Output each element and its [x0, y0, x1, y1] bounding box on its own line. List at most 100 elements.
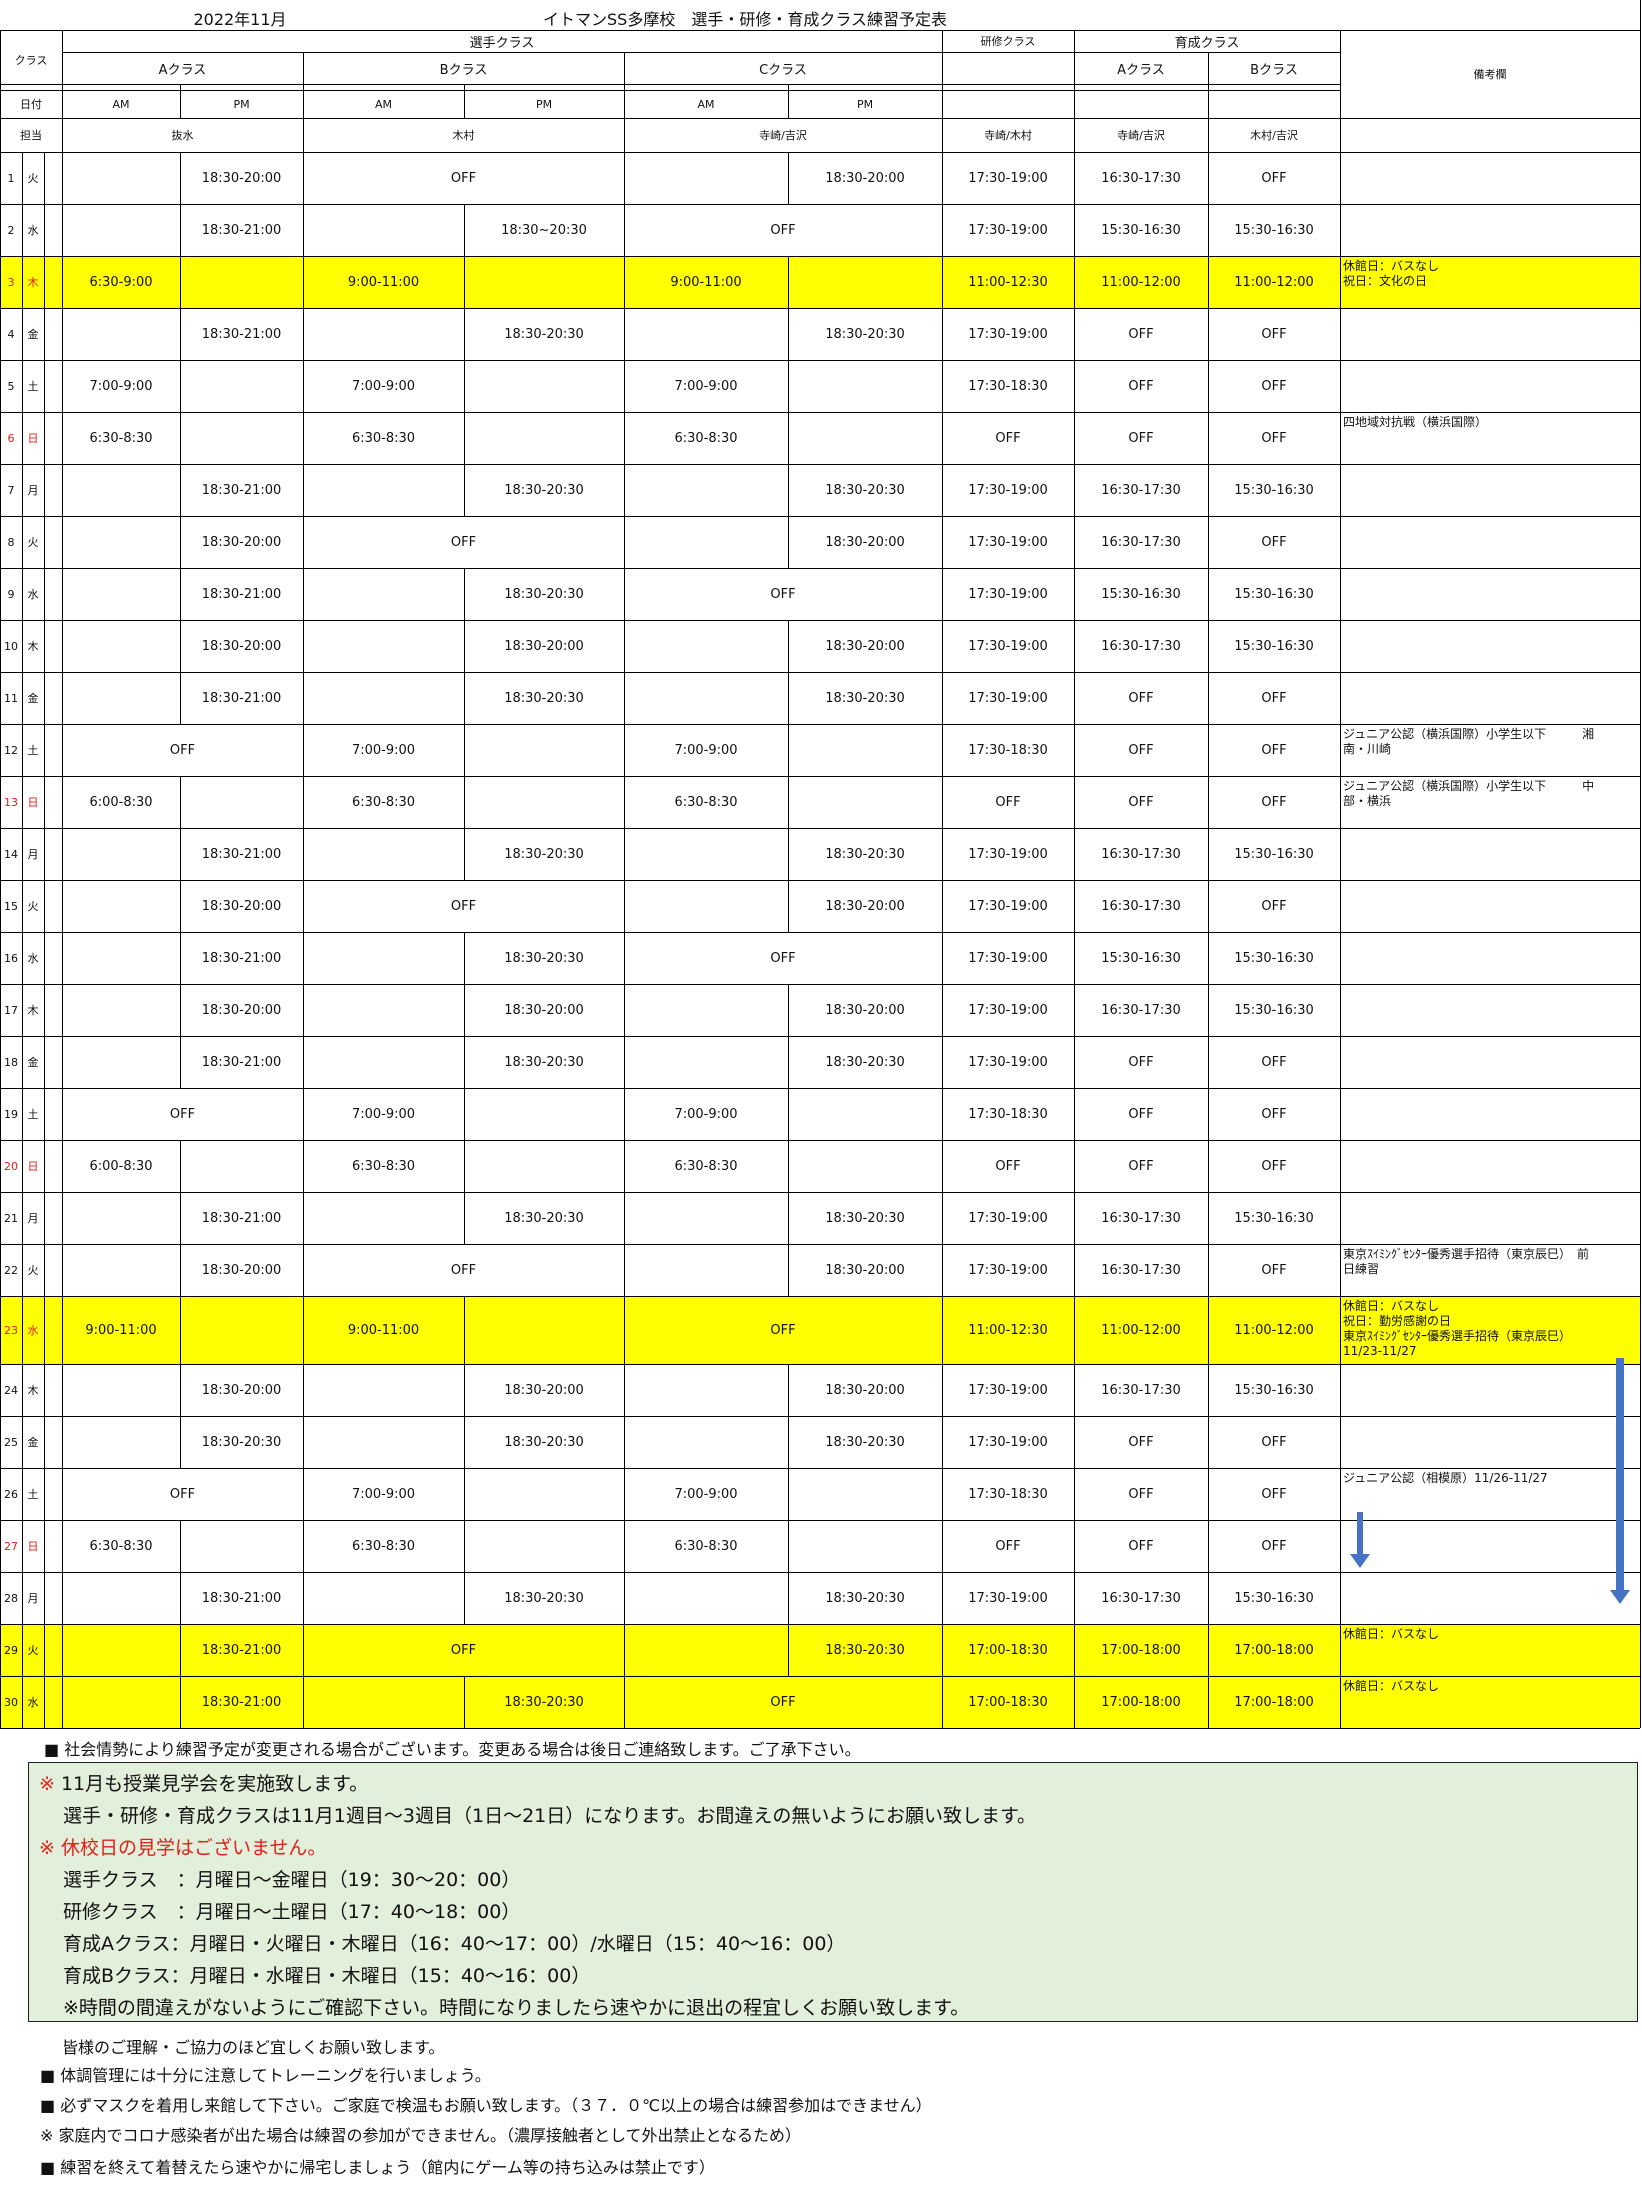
weekday: 月 — [27, 848, 39, 861]
grid-line — [0, 932, 1640, 933]
ikusei-b-time: 15:30-16:30 — [1234, 638, 1314, 654]
ikusei-a-time: 16:30-17:30 — [1101, 898, 1181, 914]
remarks-cell — [1340, 1140, 1640, 1192]
grid-line — [788, 1520, 789, 1572]
footer-text: 体調管理には十分に注意してトレーニングを行いましょう。 — [55, 2066, 491, 2085]
kenshu-time: 17:30-19:00 — [968, 846, 1048, 862]
grid-line — [0, 1244, 1640, 1245]
class-c-am-time — [624, 308, 788, 360]
class-a-am-time — [62, 568, 180, 620]
remarks-cell: ジュニア公認（相模原）11/26-11/27 — [1343, 1471, 1548, 1485]
class-b-pm-time: 18:30-20:30 — [504, 1434, 584, 1450]
grid-line — [180, 1416, 181, 1468]
grid-line — [0, 776, 1640, 777]
class-b-am-time: 7:00-9:00 — [351, 378, 416, 394]
weekday: 月 — [27, 1212, 39, 1225]
ikusei-a-time: 16:30-17:30 — [1101, 1262, 1181, 1278]
kenshu-class-header: 研修クラス — [980, 35, 1036, 48]
class-c-pm-time — [788, 1088, 942, 1140]
weekday: 金 — [27, 328, 39, 341]
ikusei-b-time: OFF — [1261, 1262, 1287, 1278]
ikusei-a-time: 17:00-18:00 — [1101, 1694, 1181, 1710]
class-a-pm-time: 18:30-21:00 — [201, 1054, 282, 1070]
class-a-am-time — [62, 204, 180, 256]
grid-line — [0, 1036, 1640, 1037]
footer-line: ■ 体調管理には十分に注意してトレーニングを行いましょう。 — [40, 2062, 491, 2086]
class-c-pm-time — [788, 360, 942, 412]
remarks-cell — [1340, 880, 1640, 932]
day-number: 5 — [7, 379, 15, 393]
day-number: 12 — [4, 743, 18, 757]
ikusei-a-time: 15:30-16:30 — [1101, 222, 1181, 238]
class-b-pm-time: 18:30-20:30 — [504, 1694, 584, 1710]
grid-line — [788, 1468, 789, 1520]
class-b-pm-time — [464, 1520, 624, 1572]
class-a-pm-time: 18:30-20:30 — [201, 1434, 282, 1450]
class-c-am-time — [624, 1624, 788, 1676]
ikusei-b-time: 15:30-16:30 — [1234, 586, 1314, 602]
class-b-am-time — [303, 932, 464, 984]
staff-header-label: 担当 — [20, 129, 42, 142]
b-class-header: Bクラス — [439, 62, 488, 78]
class-a-pm-time: 18:30-21:00 — [201, 586, 282, 602]
grid-line — [180, 360, 181, 412]
kenshu-time: 17:00-18:30 — [968, 1694, 1048, 1710]
grid-line — [788, 1416, 789, 1468]
kenshu-time: OFF — [995, 794, 1021, 810]
day-number: 3 — [7, 275, 15, 289]
class-b-pm-time — [464, 776, 624, 828]
notes-line-5: 研修クラス ：月曜日～土曜日（17：40～18：00） — [63, 1901, 521, 1923]
weekday: 水 — [27, 588, 39, 601]
weekday: 土 — [27, 744, 39, 757]
day-number: 20 — [4, 1159, 18, 1173]
class-c-pm-time: 18:30-20:30 — [825, 482, 905, 498]
grid-line — [0, 1624, 1640, 1625]
class-c-time: OFF — [770, 1322, 796, 1338]
staff-ikusei-b: 木村/吉沢 — [1250, 129, 1298, 142]
day-number: 22 — [4, 1263, 18, 1277]
ikusei-b-time: OFF — [1261, 1434, 1287, 1450]
grid-line — [464, 308, 465, 360]
ikusei-b-time: OFF — [1261, 1106, 1287, 1122]
class-c-pm-time — [788, 1520, 942, 1572]
grid-line — [180, 1364, 181, 1416]
grid-line — [464, 1296, 465, 1364]
grid-line — [464, 1140, 465, 1192]
footer-text: 家庭内でコロナ感染者が出た場合は練習の参加ができません。（濃厚接触者として外出禁… — [53, 2126, 802, 2145]
ikusei-a-time: 16:30-17:30 — [1101, 846, 1181, 862]
class-c-pm-time: 18:30-20:00 — [825, 898, 905, 914]
class-b-pm-time — [464, 360, 624, 412]
day-number: 9 — [7, 587, 15, 601]
class-header-label: クラス — [14, 54, 48, 67]
class-a-pm-time: 18:30-21:00 — [201, 1642, 282, 1658]
weekday: 木 — [27, 1384, 39, 1397]
remarks-cell: 四地域対抗戦（横浜国際） — [1343, 415, 1488, 429]
grid-line — [788, 776, 789, 828]
c-class-header: Cクラス — [759, 62, 807, 78]
grid-line — [0, 256, 1640, 257]
remarks-cell: 休館日：バスなし — [1343, 1627, 1440, 1641]
day-number: 30 — [4, 1695, 18, 1709]
class-a-am-time — [62, 828, 180, 880]
grid-line — [180, 1296, 181, 1364]
ikusei-a-header: Aクラス — [1117, 62, 1165, 78]
class-b-pm-time: 18:30-20:30 — [504, 1590, 584, 1606]
grid-line — [180, 516, 181, 568]
footer-line: ※ 家庭内でコロナ感染者が出た場合は練習の参加ができません。（濃厚接触者として外… — [40, 2122, 801, 2146]
grid-line — [788, 464, 789, 516]
class-b-pm-time: 18:30-20:00 — [504, 638, 584, 654]
class-b-pm-time — [464, 1468, 624, 1520]
notes-box: ※ 11月も授業見学会を実施致します。 選手・研修・育成クラスは11月1週目～3… — [28, 1762, 1638, 2022]
day-number: 15 — [4, 899, 18, 913]
class-b-am-time: 7:00-9:00 — [351, 1106, 416, 1122]
grid-line — [1074, 30, 1075, 1728]
class-c-pm-time — [788, 776, 942, 828]
grid-line — [180, 880, 181, 932]
ikusei-b-time: OFF — [1261, 378, 1287, 394]
weekday: 火 — [27, 536, 39, 549]
class-a-am-time — [62, 1192, 180, 1244]
senshu-class-header: 選手クラス — [469, 35, 535, 51]
class-b-am-time: 6:30-8:30 — [351, 1158, 416, 1174]
class-b-pm-time — [464, 1088, 624, 1140]
class-a-pm-time: 18:30-20:00 — [201, 534, 282, 550]
